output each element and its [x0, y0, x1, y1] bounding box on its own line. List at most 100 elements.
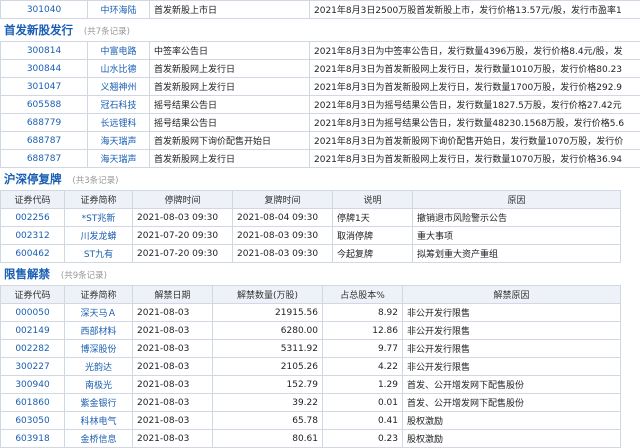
- stock-code-link[interactable]: 603050: [1, 412, 65, 430]
- date-cell: 2021-08-03: [133, 430, 213, 448]
- qty-cell: 6280.00: [213, 322, 323, 340]
- qty-cell: 152.79: [213, 376, 323, 394]
- table-header-row: 证券代码 证券简称 解禁日期 解禁数量(万股) 占总股本% 解禁原因: [1, 286, 621, 304]
- table-row: 301040 中环海陆 首发新股上市日 2021年8月3日2500万股首发新股上…: [1, 1, 640, 19]
- stock-name-link[interactable]: 义翘神州: [88, 78, 150, 96]
- qty-cell: 2105.26: [213, 358, 323, 376]
- stock-name-link[interactable]: *ST兆新: [65, 209, 133, 227]
- desc-cell: 2021年8月3日为首发新股网上发行日，发行数量1700万股，发行价格292.9: [310, 78, 640, 96]
- col-header-code: 证券代码: [1, 191, 65, 209]
- stock-name-link[interactable]: 川发龙蟒: [65, 227, 133, 245]
- suspend-section-title: 沪深停复牌: [4, 172, 62, 186]
- date-cell: 2021-08-03: [133, 376, 213, 394]
- table-row: 603050 科林电气 2021-08-03 65.78 0.41 股权激励: [1, 412, 621, 430]
- stock-code-link[interactable]: 601860: [1, 394, 65, 412]
- stock-name-link[interactable]: 山水比德: [88, 60, 150, 78]
- stock-code-link[interactable]: 605588: [1, 96, 88, 114]
- stock-name-link[interactable]: 长远锂科: [88, 114, 150, 132]
- stock-code-link[interactable]: 300814: [1, 42, 88, 60]
- stock-name-link[interactable]: 冠石科技: [88, 96, 150, 114]
- reason-cell: 股权激励: [403, 412, 621, 430]
- desc-cell: 2021年8月3日为摇号结果公告日，发行数量48230.1568万股，发行价格5…: [310, 114, 640, 132]
- note-cell: 取消停牌: [333, 227, 413, 245]
- stock-code-link[interactable]: 002282: [1, 340, 65, 358]
- table-row: 300227 光韵达 2021-08-03 2105.26 4.22 非公开发行…: [1, 358, 621, 376]
- qty-cell: 39.22: [213, 394, 323, 412]
- pct-cell: 4.22: [323, 358, 403, 376]
- suspend-section-header: 沪深停复牌 (共3条记录): [0, 168, 640, 190]
- pct-cell: 0.23: [323, 430, 403, 448]
- stock-code-link[interactable]: 301040: [1, 1, 88, 19]
- table-row: 605588 冠石科技 摇号结果公告日 2021年8月3日为摇号结果公告日，发行…: [1, 96, 640, 114]
- stock-code-link[interactable]: 688787: [1, 150, 88, 168]
- col-header-resume-time: 复牌时间: [233, 191, 333, 209]
- ipo-section-header: 首发新股发行 (共7条记录): [0, 19, 640, 41]
- stock-code-link[interactable]: 002312: [1, 227, 65, 245]
- stock-code-link[interactable]: 002149: [1, 322, 65, 340]
- stock-code-link[interactable]: 688779: [1, 114, 88, 132]
- stop-time-cell: 2021-08-03 09:30: [133, 209, 233, 227]
- pct-cell: 1.29: [323, 376, 403, 394]
- ipo-section-title: 首发新股发行: [4, 23, 73, 37]
- event-cell: 首发新股网上发行日: [150, 78, 310, 96]
- stock-name-link[interactable]: 南极光: [65, 376, 133, 394]
- resume-time-cell: 2021-08-03 09:30: [233, 227, 333, 245]
- col-header-note: 说明: [333, 191, 413, 209]
- reason-cell: 首发、公开增发网下配售股份: [403, 394, 621, 412]
- event-cell: 摇号结果公告日: [150, 96, 310, 114]
- stock-code-link[interactable]: 300844: [1, 60, 88, 78]
- reason-cell: 首发、公开增发网下配售股份: [403, 376, 621, 394]
- note-cell: 停牌1天: [333, 209, 413, 227]
- pct-cell: 9.77: [323, 340, 403, 358]
- event-cell: 首发新股网上发行日: [150, 150, 310, 168]
- table-row: 688779 长远锂科 摇号结果公告日 2021年8月3日为摇号结果公告日，发行…: [1, 114, 640, 132]
- stock-code-link[interactable]: 600462: [1, 245, 65, 263]
- stock-code-link[interactable]: 000050: [1, 304, 65, 322]
- stock-name-link[interactable]: 西部材料: [65, 322, 133, 340]
- table-row: 688787 海天瑞声 首发新股网下询价配售开始日 2021年8月3日为首发新股…: [1, 132, 640, 150]
- stock-name-link[interactable]: 光韵达: [65, 358, 133, 376]
- date-cell: 2021-08-03: [133, 358, 213, 376]
- stock-name-link[interactable]: ST九有: [65, 245, 133, 263]
- date-cell: 2021-08-03: [133, 340, 213, 358]
- table-header-row: 证券代码 证券简称 停牌时间 复牌时间 说明 原因: [1, 191, 621, 209]
- table-row: 002149 西部材料 2021-08-03 6280.00 12.86 非公开…: [1, 322, 621, 340]
- stock-code-link[interactable]: 603918: [1, 430, 65, 448]
- stock-name-link[interactable]: 金桥信息: [65, 430, 133, 448]
- stock-code-link[interactable]: 688787: [1, 132, 88, 150]
- event-cell: 首发新股上市日: [150, 1, 310, 19]
- event-cell: 摇号结果公告日: [150, 114, 310, 132]
- qty-cell: 80.61: [213, 430, 323, 448]
- stock-name-link[interactable]: 紫金银行: [65, 394, 133, 412]
- col-header-pct: 占总股本%: [323, 286, 403, 304]
- desc-cell: 2021年8月3日为中签率公告日，发行数量4396万股，发行价格8.4元/股，发: [310, 42, 640, 60]
- qty-cell: 21915.56: [213, 304, 323, 322]
- stock-name-link[interactable]: 中环海陆: [88, 1, 150, 19]
- pct-cell: 0.41: [323, 412, 403, 430]
- stock-name-link[interactable]: 科林电气: [65, 412, 133, 430]
- stock-name-link[interactable]: 中富电路: [88, 42, 150, 60]
- stock-code-link[interactable]: 002256: [1, 209, 65, 227]
- stock-code-link[interactable]: 300227: [1, 358, 65, 376]
- top-event-table: 301040 中环海陆 首发新股上市日 2021年8月3日2500万股首发新股上…: [0, 0, 640, 19]
- col-header-reason: 原因: [413, 191, 621, 209]
- stock-name-link[interactable]: 海天瑞声: [88, 132, 150, 150]
- col-header-reason: 解禁原因: [403, 286, 621, 304]
- suspend-table: 证券代码 证券简称 停牌时间 复牌时间 说明 原因 002256 *ST兆新 2…: [0, 190, 621, 263]
- reason-cell: 重大事项: [413, 227, 621, 245]
- stock-code-link[interactable]: 300940: [1, 376, 65, 394]
- stock-name-link[interactable]: 博深股份: [65, 340, 133, 358]
- ipo-record-count: (共7条记录): [84, 27, 130, 37]
- reason-cell: 非公开发行限售: [403, 358, 621, 376]
- stop-time-cell: 2021-07-20 09:30: [133, 245, 233, 263]
- reason-cell: 拟筹划重大资产重组: [413, 245, 621, 263]
- resume-time-cell: 2021-08-03 09:30: [233, 245, 333, 263]
- table-row: 601860 紫金银行 2021-08-03 39.22 0.01 首发、公开增…: [1, 394, 621, 412]
- stock-name-link[interactable]: 海天瑞声: [88, 150, 150, 168]
- desc-cell: 2021年8月3日2500万股首发新股上市，发行价格13.57元/股，发行市盈率…: [310, 1, 640, 19]
- stock-code-link[interactable]: 301047: [1, 78, 88, 96]
- stock-name-link[interactable]: 深天马Ａ: [65, 304, 133, 322]
- col-header-name: 证券简称: [65, 191, 133, 209]
- desc-cell: 2021年8月3日为首发新股网上发行日，发行数量1010万股，发行价格80.23: [310, 60, 640, 78]
- reason-cell: 非公开发行限售: [403, 340, 621, 358]
